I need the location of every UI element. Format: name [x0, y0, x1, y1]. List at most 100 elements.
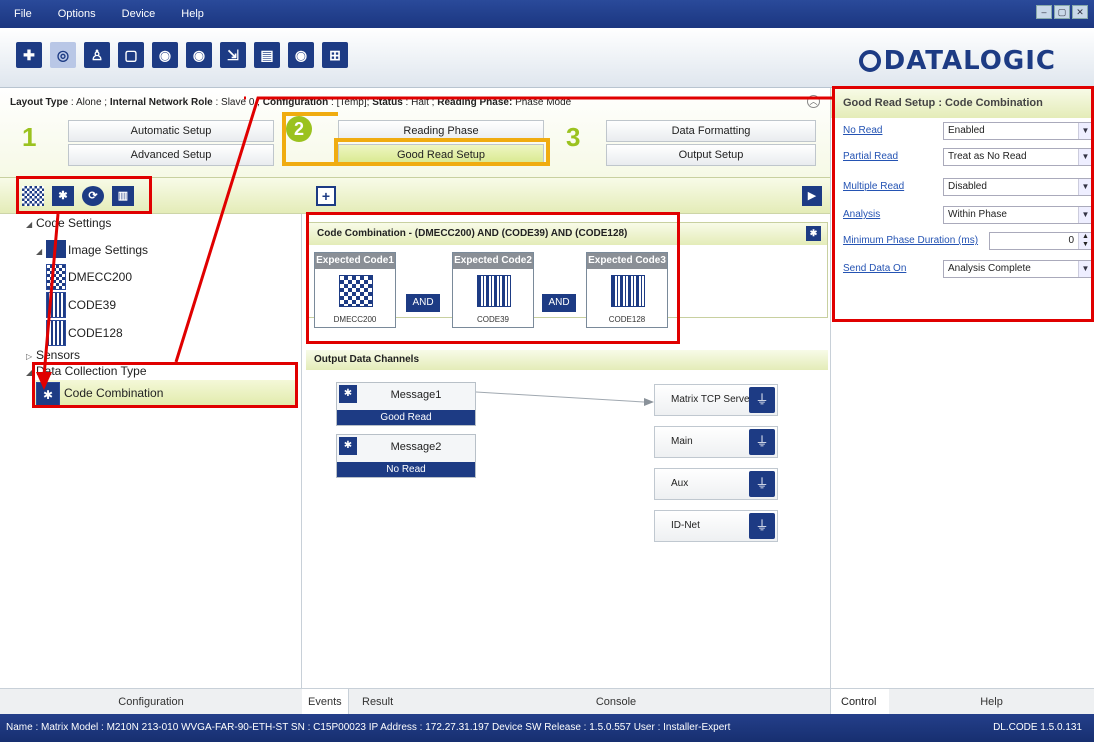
message-connection [476, 391, 654, 406]
and-operator-1: AND [406, 294, 440, 312]
output-data-channels-title: Output Data Channels [306, 350, 828, 370]
barcode-icon [611, 275, 645, 307]
output-setup-button[interactable]: Output Setup [606, 144, 816, 166]
user-icon[interactable]: ♙ [84, 42, 110, 68]
min-phase-duration-input[interactable]: 0 ▲ ▼ [989, 232, 1093, 250]
min-phase-duration-label[interactable]: Minimum Phase Duration (ms) [843, 235, 978, 246]
tab-result[interactable]: Result [356, 689, 399, 715]
window-controls: – ▢ ✕ [1036, 5, 1088, 19]
channel-aux[interactable]: Aux ⏚ [654, 468, 778, 500]
main-toolbar: ✚ ◎ ♙ ▢ ◉ ◉ ⇲ ▤ ◉ ⊞ DATALOGIC [0, 28, 1094, 88]
analysis-select[interactable]: Within Phase ▼ [943, 206, 1093, 224]
add-icon[interactable]: + [316, 186, 336, 206]
tree-code-combination-label: Code Combination [64, 386, 164, 400]
data-formatting-button[interactable]: Data Formatting [606, 120, 816, 142]
code-combination-icon[interactable]: ✱ [52, 186, 74, 206]
partial-read-select[interactable]: Treat as No Read ▼ [943, 148, 1093, 166]
menu-device[interactable]: Device [122, 8, 156, 20]
barcode-icon [477, 275, 511, 307]
plug-icon: ⏚ [749, 387, 775, 413]
multiple-read-label[interactable]: Multiple Read [843, 181, 904, 192]
tree-code-code39[interactable]: CODE39 [68, 298, 116, 312]
channel-matrix-tcp-server[interactable]: Matrix TCP Server ⏚ [654, 384, 778, 416]
tree-sensors[interactable]: ▷ Sensors [26, 348, 80, 362]
counter-icon[interactable]: ⟳ [82, 186, 104, 206]
reading-phase-button[interactable]: Reading Phase [338, 120, 544, 142]
expected-code-3[interactable]: Expected Code3 CODE128 [586, 252, 668, 328]
advanced-setup-button[interactable]: Advanced Setup [68, 144, 274, 166]
target-icon[interactable]: ✚ [16, 42, 42, 68]
configuration-panel: ✱ ⟳ ▥ ◢ Code Settings ◢ Image Settings DME… [0, 178, 302, 688]
window-icon[interactable]: ▢ [118, 42, 144, 68]
barcode-grid-icon[interactable]: ▥ [112, 186, 134, 206]
dmecc200-icon [46, 264, 66, 290]
plug-icon: ⏚ [749, 429, 775, 455]
message-icon: ✱ [339, 385, 357, 403]
configuration-footer[interactable]: Configuration [0, 688, 302, 714]
message1-node[interactable]: ✱ Message1 Good Read [336, 382, 476, 426]
play-icon[interactable]: ▶ [802, 186, 822, 206]
partial-read-label[interactable]: Partial Read [843, 151, 898, 162]
center-panel: + ▶ Code Combination - (DMECC200) AND (C… [302, 178, 830, 688]
menu-help[interactable]: Help [181, 8, 204, 20]
settings-icon[interactable]: ◎ [50, 42, 76, 68]
code128-icon [46, 320, 66, 346]
tree-data-collection-type[interactable]: ◢ Data Collection Type [26, 364, 147, 378]
close-button[interactable]: ✕ [1072, 5, 1088, 19]
spinner-icon: ▲ ▼ [1078, 233, 1092, 249]
send-data-on-row: Send Data On Analysis Complete ▼ [843, 260, 1093, 278]
capture2-icon[interactable]: ◉ [186, 42, 212, 68]
no-read-select[interactable]: Enabled ▼ [943, 122, 1093, 140]
capture-icon[interactable]: ◉ [152, 42, 178, 68]
menu-options[interactable]: Options [58, 8, 96, 20]
plug-icon: ⏚ [749, 513, 775, 539]
multiple-read-select[interactable]: Disabled ▼ [943, 178, 1093, 196]
analysis-label[interactable]: Analysis [843, 209, 880, 220]
tree-code-dmecc200[interactable]: DMECC200 [68, 270, 132, 284]
center-toolbar: + ▶ [302, 178, 830, 214]
chevron-down-icon: ▼ [1078, 179, 1092, 195]
minimize-button[interactable]: – [1036, 5, 1052, 19]
channel-id-net[interactable]: ID-Net ⏚ [654, 510, 778, 542]
tab-events[interactable]: Events [302, 689, 349, 715]
menu-bar: File Options Device Help – ▢ ✕ [0, 0, 1094, 28]
tab-control[interactable]: Control [831, 689, 889, 715]
table-icon[interactable]: ▤ [254, 42, 280, 68]
channel-main[interactable]: Main ⏚ [654, 426, 778, 458]
expected-code-1[interactable]: Expected Code1 DMECC200 [314, 252, 396, 328]
code39-icon [46, 292, 66, 318]
menu-file[interactable]: File [14, 8, 32, 20]
tree-code-code128[interactable]: CODE128 [68, 326, 123, 340]
code-combination-title: Code Combination - (DMECC200) AND (CODE3… [309, 223, 827, 245]
collapse-icon[interactable]: ︿ [807, 95, 820, 108]
capture3-icon[interactable]: ◉ [288, 42, 314, 68]
combination-icon[interactable]: ✱ [806, 226, 821, 241]
chevron-down-icon: ▼ [1078, 261, 1092, 277]
tab-help[interactable]: Help [889, 689, 1094, 715]
plug-icon: ⏚ [749, 471, 775, 497]
tree-code-settings[interactable]: ◢ Code Settings [26, 216, 111, 230]
analysis-row: Analysis Within Phase ▼ [843, 206, 1093, 224]
device-status-text: Name : Matrix Model : M210N 213-010 WVGA… [6, 722, 731, 733]
maximize-button[interactable]: ▢ [1054, 5, 1070, 19]
automatic-setup-button[interactable]: Automatic Setup [68, 120, 274, 142]
message2-node[interactable]: ✱ Message2 No Read [336, 434, 476, 478]
step-number-1: 1 [22, 122, 37, 152]
tab-console[interactable]: Console [402, 689, 830, 715]
no-read-row: No Read Enabled ▼ [843, 122, 1093, 140]
no-read-label[interactable]: No Read [843, 125, 882, 136]
message-icon: ✱ [339, 437, 357, 455]
code-combination-tree-icon: ✱ [36, 382, 60, 406]
good-read-setup-button[interactable]: Good Read Setup [338, 144, 544, 166]
send-data-on-label[interactable]: Send Data On [843, 263, 906, 274]
tree-image-settings[interactable]: ◢ Image Settings [36, 240, 148, 258]
send-data-on-select[interactable]: Analysis Complete ▼ [943, 260, 1093, 278]
expected-code-2[interactable]: Expected Code2 CODE39 [452, 252, 534, 328]
partial-read-row: Partial Read Treat as No Read ▼ [843, 148, 1093, 166]
export-icon[interactable]: ⇲ [220, 42, 246, 68]
tree-icon[interactable]: ⊞ [322, 42, 348, 68]
chevron-down-icon: ▼ [1078, 207, 1092, 223]
multiple-read-row: Multiple Read Disabled ▼ [843, 178, 1093, 196]
matrix-code-icon[interactable] [22, 186, 44, 206]
datamatrix-icon [339, 275, 373, 307]
